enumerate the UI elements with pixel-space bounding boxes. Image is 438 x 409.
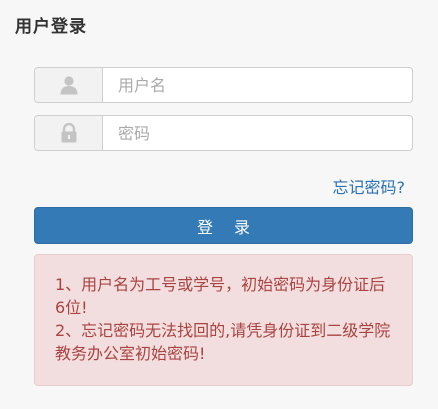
username-group bbox=[34, 67, 413, 103]
page-title: 用户登录 bbox=[15, 17, 87, 37]
forgot-password-link[interactable]: 忘记密码? bbox=[333, 174, 406, 198]
username-input[interactable] bbox=[103, 68, 412, 102]
password-input[interactable] bbox=[103, 116, 412, 150]
login-button[interactable]: 登 录 bbox=[34, 207, 413, 244]
notice-line-2: 2、忘记密码无法找回的,请凭身份证到二级学院教务办公室初始密码! bbox=[55, 321, 391, 363]
notice-line-1: 1、用户名为工号或学号，初始密码为身份证后6位! bbox=[55, 275, 386, 317]
notice-alert: 1、用户名为工号或学号，初始密码为身份证后6位! 2、忘记密码无法找回的,请凭身… bbox=[34, 254, 413, 386]
lock-icon bbox=[35, 116, 103, 150]
password-group bbox=[34, 115, 413, 151]
user-icon bbox=[35, 68, 103, 102]
